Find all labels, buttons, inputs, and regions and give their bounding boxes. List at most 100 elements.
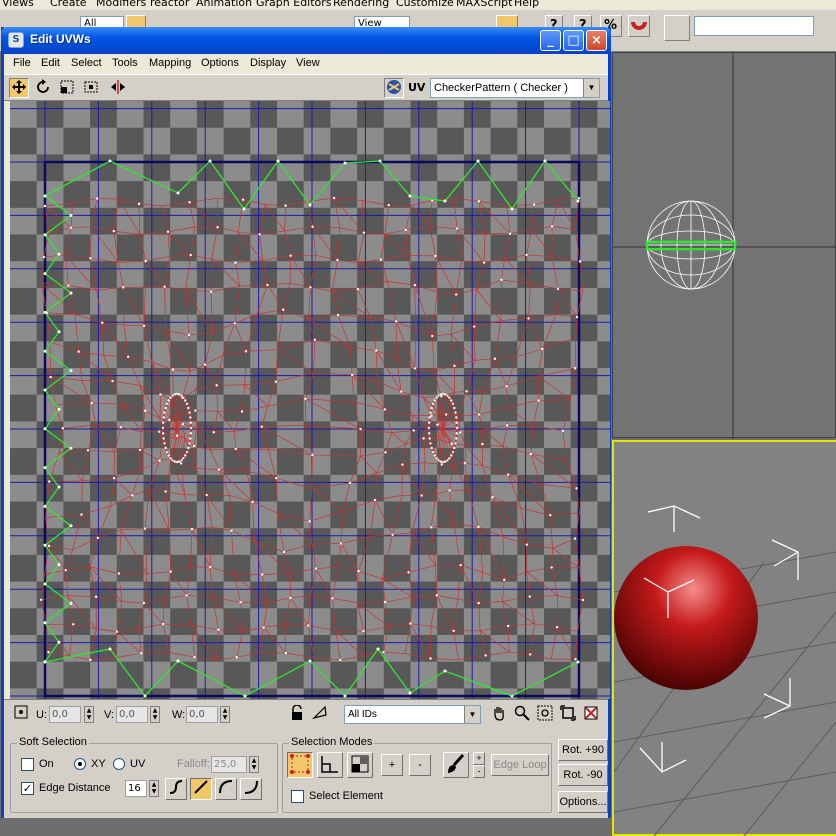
- soft-selection-title: Soft Selection: [17, 736, 89, 748]
- uv-mesh-graphics: [10, 101, 610, 699]
- w-field[interactable]: 0,0: [186, 706, 218, 723]
- xy-radio[interactable]: [74, 758, 86, 770]
- selection-modes-title: Selection Modes: [289, 736, 375, 748]
- falloff-label: Falloff:: [177, 758, 210, 770]
- host-menu-rendering[interactable]: Rendering: [333, 0, 389, 9]
- zoom-extents-icon[interactable]: [558, 704, 578, 724]
- texture-dropdown[interactable]: CheckerPattern ( Checker ) ▼: [430, 78, 600, 98]
- freeform-tool-button[interactable]: [81, 78, 101, 98]
- zoom-region-icon[interactable]: [535, 704, 555, 724]
- show-map-button[interactable]: [384, 78, 404, 98]
- falloff-linear-icon: [194, 780, 208, 794]
- edge-distance-field[interactable]: 16: [125, 780, 147, 797]
- material-ids-dropdown[interactable]: All IDs ▼: [344, 705, 481, 724]
- paint-size-decrease-button[interactable]: -: [473, 765, 485, 778]
- host-named-selection-dropdown[interactable]: [694, 16, 814, 36]
- viewport-top-right[interactable]: [612, 52, 836, 439]
- scale-tool-button[interactable]: [57, 78, 77, 98]
- v-field[interactable]: 0,0: [116, 706, 148, 723]
- host-menu-bar: Views Create Modifiers reactor Animation…: [0, 0, 836, 10]
- wire-sphere-top: [646, 200, 736, 290]
- face-mode-icon: [351, 755, 369, 773]
- falloff-slow-out-icon: [219, 780, 233, 794]
- host-menu-help[interactable]: Help: [514, 0, 539, 9]
- mirror-icon: [111, 80, 125, 94]
- window-titlebar[interactable]: S Edit UVWs _ □ ×: [1, 27, 611, 54]
- menu-edit[interactable]: Edit: [41, 57, 60, 69]
- vertex-mode-button[interactable]: [287, 752, 313, 778]
- uv-radio[interactable]: [113, 758, 125, 770]
- viewport-perspective[interactable]: [612, 440, 836, 836]
- host-menu-reactor[interactable]: reactor: [150, 0, 189, 9]
- select-element-checkbox[interactable]: [291, 790, 304, 803]
- grow-selection-button[interactable]: +: [381, 754, 403, 776]
- menu-mapping[interactable]: Mapping: [149, 57, 191, 69]
- absolute-offset-icon[interactable]: [12, 704, 30, 724]
- close-button[interactable]: ×: [586, 30, 607, 51]
- shrink-selection-button[interactable]: -: [409, 754, 431, 776]
- falloff-field[interactable]: 25,0: [211, 756, 247, 773]
- rotate-minus-90-button[interactable]: Rot. -90: [558, 764, 608, 786]
- uv-toolbar: UV CheckerPattern ( Checker ) ▼: [4, 74, 608, 101]
- v-spinner[interactable]: ▲ ▼: [150, 706, 160, 723]
- edge-distance-spinner[interactable]: ▲ ▼: [149, 780, 159, 797]
- host-menu-views[interactable]: Views: [2, 0, 34, 9]
- abc-icon[interactable]: [664, 15, 690, 41]
- menu-tools[interactable]: Tools: [112, 57, 138, 69]
- scale-icon: [60, 80, 74, 94]
- move-tool-button[interactable]: [9, 78, 29, 98]
- edit-uvws-window: S Edit UVWs _ □ × File Edit Select Tools…: [1, 27, 611, 818]
- magnet-icon[interactable]: [628, 15, 650, 37]
- falloff-smooth-button[interactable]: [165, 778, 187, 800]
- menu-view[interactable]: View: [296, 57, 320, 69]
- zoom-icon[interactable]: [512, 704, 532, 724]
- uv-editor-canvas[interactable]: [10, 101, 610, 699]
- u-field[interactable]: 0,0: [49, 706, 81, 723]
- options-button[interactable]: Options...: [558, 791, 608, 813]
- menu-display[interactable]: Display: [250, 57, 286, 69]
- soft-selection-on-checkbox[interactable]: [21, 758, 34, 771]
- host-menu-maxscript[interactable]: MAXScript: [456, 0, 512, 9]
- host-menu-graph-editors[interactable]: Graph Editors: [256, 0, 332, 9]
- selection-modes-group: Selection Modes + - + - Edge Loop Select…: [282, 736, 552, 813]
- chevron-down-icon: ▼: [464, 706, 480, 723]
- maximize-button[interactable]: □: [563, 30, 584, 51]
- w-spinner[interactable]: ▲ ▼: [220, 706, 230, 723]
- chevron-down-icon: ▼: [583, 79, 599, 97]
- select-element-label: Select Element: [309, 790, 383, 802]
- menu-select[interactable]: Select: [71, 57, 102, 69]
- mirror-tool-button[interactable]: [108, 78, 128, 98]
- menu-file[interactable]: File: [13, 57, 31, 69]
- paint-brush-icon: [448, 753, 465, 773]
- falloff-slow-out-button[interactable]: [215, 778, 237, 800]
- falloff-linear-button[interactable]: [190, 778, 212, 800]
- edge-distance-checkbox[interactable]: ✓: [21, 782, 34, 795]
- host-menu-modifiers[interactable]: Modifiers: [96, 0, 146, 9]
- falloff-smooth-icon: [169, 780, 183, 794]
- edge-loop-button[interactable]: Edge Loop: [491, 754, 549, 776]
- host-menu-animation[interactable]: Animation: [196, 0, 252, 9]
- rotate-plus-90-button[interactable]: Rot. +90: [558, 739, 608, 761]
- edge-mode-button[interactable]: [317, 752, 343, 778]
- menu-options[interactable]: Options: [201, 57, 239, 69]
- host-menu-create[interactable]: Create: [50, 0, 87, 9]
- menu-bar: File Edit Select Tools Mapping Options D…: [4, 54, 608, 74]
- uv-pole-ring-1: [161, 392, 193, 464]
- host-menu-customize[interactable]: Customize: [396, 0, 454, 9]
- pan-hand-icon[interactable]: [489, 704, 509, 724]
- uv-axis-label[interactable]: UV: [408, 81, 425, 94]
- lock-icon[interactable]: [287, 704, 307, 724]
- falloff-fast-out-button[interactable]: [240, 778, 262, 800]
- hide-icon[interactable]: [310, 704, 330, 724]
- paint-select-button[interactable]: [443, 752, 469, 778]
- soft-selection-on-label: On: [39, 758, 54, 770]
- filter-selected-icon[interactable]: [581, 704, 601, 724]
- falloff-spinner[interactable]: ▲ ▼: [249, 756, 259, 773]
- paint-size-increase-button[interactable]: +: [473, 752, 485, 765]
- face-mode-button[interactable]: [347, 752, 373, 778]
- u-spinner[interactable]: ▲ ▼: [84, 706, 94, 723]
- minimize-button[interactable]: _: [540, 30, 561, 51]
- xy-label: XY: [91, 758, 106, 770]
- rotate-tool-button[interactable]: [33, 78, 53, 98]
- uv-status-bar: U: 0,0 ▲ ▼ V: 0,0 ▲ ▼ W: 0,0 ▲ ▼ All IDs ▼: [4, 699, 608, 729]
